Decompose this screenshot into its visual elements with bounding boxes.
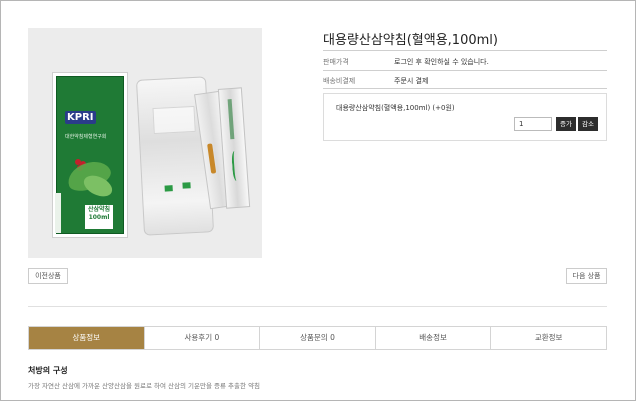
tab-inquiries[interactable]: 상품문의 0 [259, 327, 375, 349]
tab-reviews[interactable]: 사용후기 0 [143, 327, 260, 349]
divider [323, 50, 607, 51]
box-org-text: 대한약침제형연구회 [65, 134, 107, 140]
divider [323, 88, 607, 89]
increase-button[interactable]: 증가 [556, 117, 576, 131]
kpri-logo: KPRI [65, 111, 96, 124]
berry-icon [75, 159, 81, 165]
product-box-illustration: KPRI 대한약침제형연구회 산삼약침 100ml [52, 72, 128, 238]
divider [323, 70, 607, 71]
price-value: 로그인 후 확인하실 수 있습니다. [394, 58, 489, 66]
product-title: 대용량산삼약침(혈액용,100ml) [323, 33, 498, 48]
tab-exchange-info[interactable]: 교환정보 [490, 327, 606, 349]
section-title: 처방의 구성 [28, 366, 68, 375]
decrease-button[interactable]: 감소 [578, 117, 598, 131]
price-label: 판매가격 [323, 58, 349, 66]
tab-shipping-info[interactable]: 배송정보 [374, 327, 491, 349]
prev-product-button[interactable]: 이전상품 [28, 268, 68, 284]
product-tabs: 상품정보 사용후기 0 상품문의 0 배송정보 교환정보 [28, 326, 607, 350]
shipping-label: 배송비결제 [323, 77, 356, 85]
product-image: KPRI 대한약침제형연구회 산삼약침 100ml [28, 28, 262, 258]
next-product-button[interactable]: 다음 상품 [566, 268, 607, 284]
option-name: 대용량산삼약침(혈액용,100ml) (+0원) [336, 104, 455, 112]
box-product-volume: 100ml [88, 214, 110, 221]
shipping-value: 주문시 결제 [394, 77, 429, 85]
selected-option-box: 대용량산삼약침(혈액용,100ml) (+0원) 증가 감소 [323, 93, 607, 141]
divider [28, 306, 607, 307]
tab-product-info[interactable]: 상품정보 [29, 327, 144, 349]
section-description: 가장 자연산 산삼에 가까운 산양산삼을 원료로 하여 산삼의 기운만을 증류 … [28, 382, 261, 390]
box-product-name: 산삼약침 [87, 206, 111, 213]
quantity-input[interactable] [514, 117, 552, 131]
